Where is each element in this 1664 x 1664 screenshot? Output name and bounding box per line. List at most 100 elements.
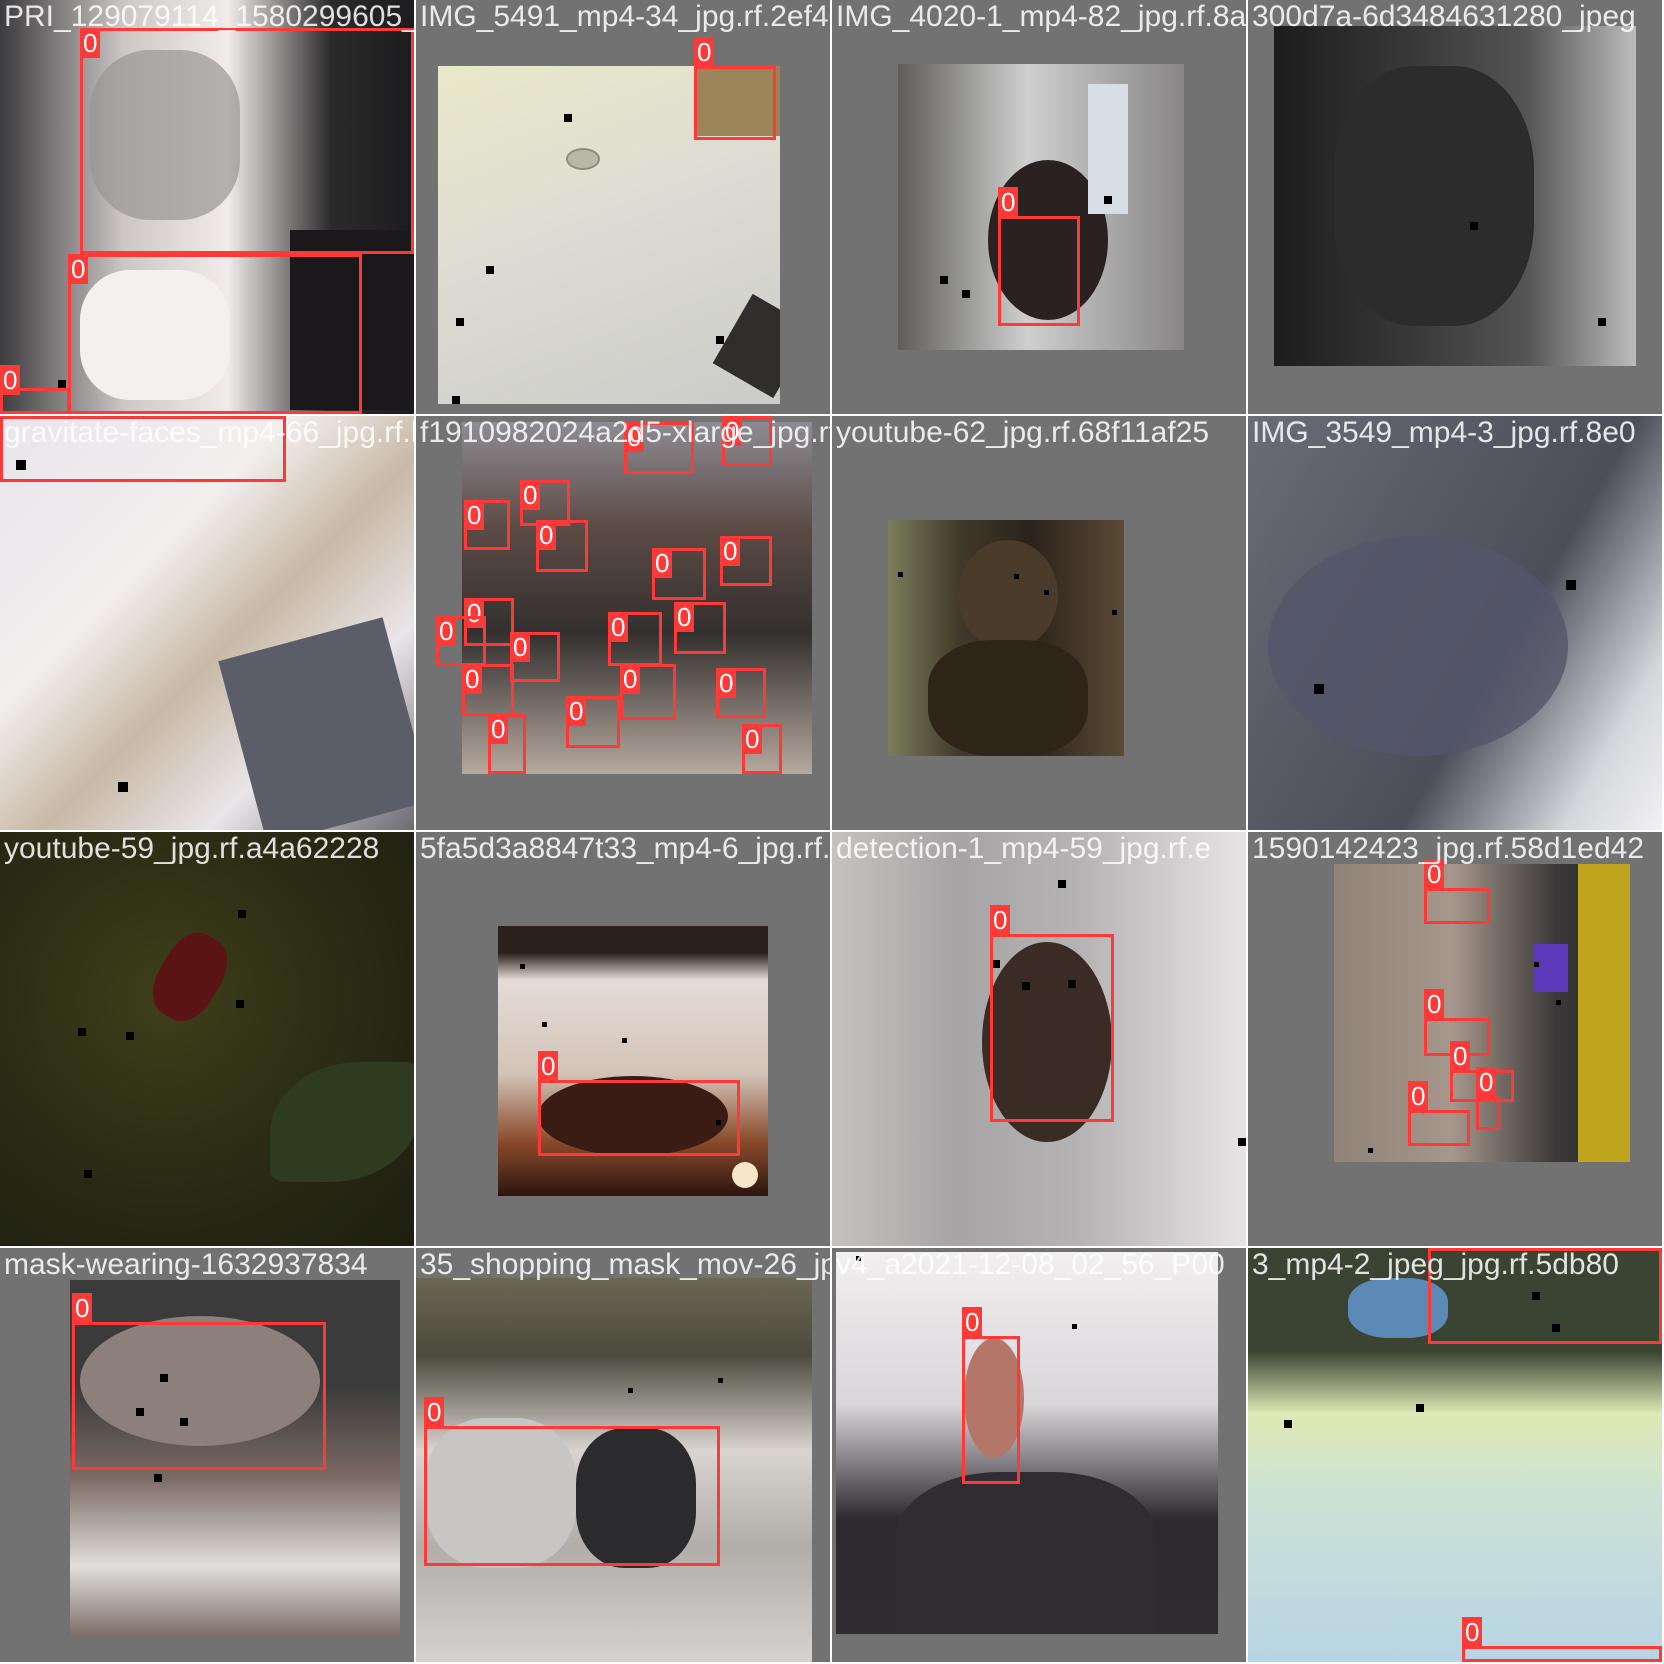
bounding-box: 0 <box>488 714 526 774</box>
class-label: 0 <box>464 500 485 530</box>
tile-5: gravitate-faces_mp4-66_jpg.rf.b <box>0 416 414 830</box>
bounding-box: 0 <box>1476 1067 1500 1130</box>
tile-image <box>888 520 1124 756</box>
tile-1: PRI_129079114_1580299605_jpg.rf.653524 0… <box>0 0 414 414</box>
keypoint-dot <box>1534 962 1539 967</box>
tile-16: 3_mp4-2_jpeg_jpg.rf.5db80 0 0 <box>1248 1248 1662 1662</box>
bounding-box: 0 <box>462 664 514 716</box>
file-name: mask-wearing-1632937834 <box>4 1248 368 1281</box>
keypoint-dot <box>1112 610 1117 615</box>
file-name: f1910982024a2d5-xlarge_jpg.rf.b2177e062e… <box>420 416 830 449</box>
file-name: youtube-59_jpg.rf.a4a62228 <box>4 832 380 865</box>
class-label: 0 <box>68 254 89 284</box>
tile-4: 300d7a-6d3484631280_jpeg <box>1248 0 1662 414</box>
keypoint-dot <box>1014 574 1019 579</box>
keypoint-dot <box>1058 880 1066 888</box>
class-label: 0 <box>72 1293 93 1323</box>
keypoint-dot <box>564 114 572 122</box>
class-label: 0 <box>720 536 741 566</box>
tile-14: 35_shopping_mask_mov-26_jpg.rf.8 0 <box>416 1248 830 1662</box>
class-label: 0 <box>620 664 641 694</box>
class-label: 0 <box>520 480 541 510</box>
class-label: 0 <box>510 632 531 662</box>
tile-13: mask-wearing-1632937834 0 <box>0 1248 414 1662</box>
file-name: 1590142423_jpg.rf.58d1ed42 <box>1252 832 1645 865</box>
bounding-box: 0 <box>998 187 1080 326</box>
bounding-box: 0 <box>652 548 706 600</box>
keypoint-dot <box>486 266 494 274</box>
bounding-box: 0 <box>962 1307 1020 1484</box>
keypoint-dot <box>154 1474 162 1482</box>
keypoint-dot <box>1556 1000 1561 1005</box>
keypoint-dot <box>1044 590 1049 595</box>
class-label: 0 <box>716 668 737 698</box>
keypoint-dot <box>520 964 525 969</box>
dark-corner <box>712 293 780 399</box>
keypoint-dot <box>1566 580 1576 590</box>
tile-image <box>1274 26 1636 366</box>
keypoint-dot <box>118 782 128 792</box>
bounding-box: 0 <box>1408 1081 1470 1146</box>
keypoint-dot <box>716 336 724 344</box>
bounding-box: 0 <box>68 254 362 414</box>
bounding-box: 0 <box>0 365 70 414</box>
file-name: IMG_3549_mp4-3_jpg.rf.8e0 <box>1252 416 1636 449</box>
monkey-face <box>958 540 1058 650</box>
class-label: 0 <box>436 616 457 646</box>
file-name: 3_mp4-2_jpeg_jpg.rf.5db80 <box>1252 1248 1619 1281</box>
class-label: 0 <box>536 520 557 550</box>
class-label: 0 <box>608 612 629 642</box>
wall-text <box>1088 84 1128 214</box>
class-label: 0 <box>424 1397 445 1427</box>
tile-11: detection-1_mp4-59_jpg.rf.e 0 <box>832 832 1246 1246</box>
file-name: IMG_4020-1_mp4-82_jpg.rf.8a1d7ebc79484 <box>836 0 1246 33</box>
class-label: 0 <box>1462 1617 1483 1647</box>
keypoint-dot <box>1470 222 1478 230</box>
class-label: 0 <box>694 37 715 67</box>
keypoint-dot <box>84 1170 92 1178</box>
bounding-box: 0 <box>436 616 486 666</box>
keypoint-dot <box>962 290 970 298</box>
keypoint-dot <box>456 318 464 326</box>
tile-3: IMG_4020-1_mp4-82_jpg.rf.8a1d7ebc79484 0 <box>832 0 1246 414</box>
class-label: 0 <box>462 664 483 694</box>
fabric-fold <box>1268 536 1568 756</box>
keypoint-dot <box>622 1038 627 1043</box>
bounding-box: 0 <box>424 1397 720 1566</box>
ceiling-fixture <box>566 148 600 170</box>
bounding-box: 0 <box>510 632 560 682</box>
class-label: 0 <box>0 365 21 395</box>
file-name: 300d7a-6d3484631280_jpeg <box>1252 0 1636 33</box>
purple-sign <box>1534 944 1568 992</box>
tile-15: v4_a2021-12-08_02_56_P00 0 <box>832 1248 1246 1662</box>
keypoint-dot <box>1416 1404 1424 1412</box>
keypoint-dot <box>236 1000 244 1008</box>
class-label: 0 <box>1408 1081 1429 1111</box>
tile-2: IMG_5491_mp4-34_jpg.rf.2ef40df3021c8734 … <box>416 0 830 414</box>
keypoint-dot <box>126 1032 134 1040</box>
bounding-box: 0 <box>608 612 662 666</box>
bounding-box: 0 <box>742 724 782 774</box>
keypoint-dot <box>718 1378 723 1383</box>
keypoint-dot <box>78 1028 86 1036</box>
keypoint-dot <box>628 1388 633 1393</box>
class-label: 0 <box>1450 1041 1471 1071</box>
bounding-box: 0 <box>80 28 414 254</box>
tile-7: youtube-62_jpg.rf.68f11af25 <box>832 416 1246 830</box>
bounding-box: 0 <box>536 520 588 572</box>
laptop-shape <box>218 617 414 830</box>
class-label: 0 <box>538 1051 559 1081</box>
keypoint-dot <box>898 572 903 577</box>
light-source <box>732 1162 758 1188</box>
bounding-box: 0 <box>538 1051 740 1156</box>
keypoint-dot <box>542 1022 547 1027</box>
keypoint-dot <box>1598 318 1606 326</box>
bounding-box: 0 <box>620 664 676 720</box>
tile-image <box>1248 416 1662 830</box>
bounding-box: 0 <box>716 668 766 718</box>
keypoint-dot <box>58 380 66 388</box>
keypoint-dot <box>1238 1138 1246 1146</box>
keypoint-dot <box>1368 1148 1373 1153</box>
bounding-box: 0 <box>566 696 620 748</box>
tile-6: f1910982024a2d5-xlarge_jpg.rf.b2177e062e… <box>416 416 830 830</box>
